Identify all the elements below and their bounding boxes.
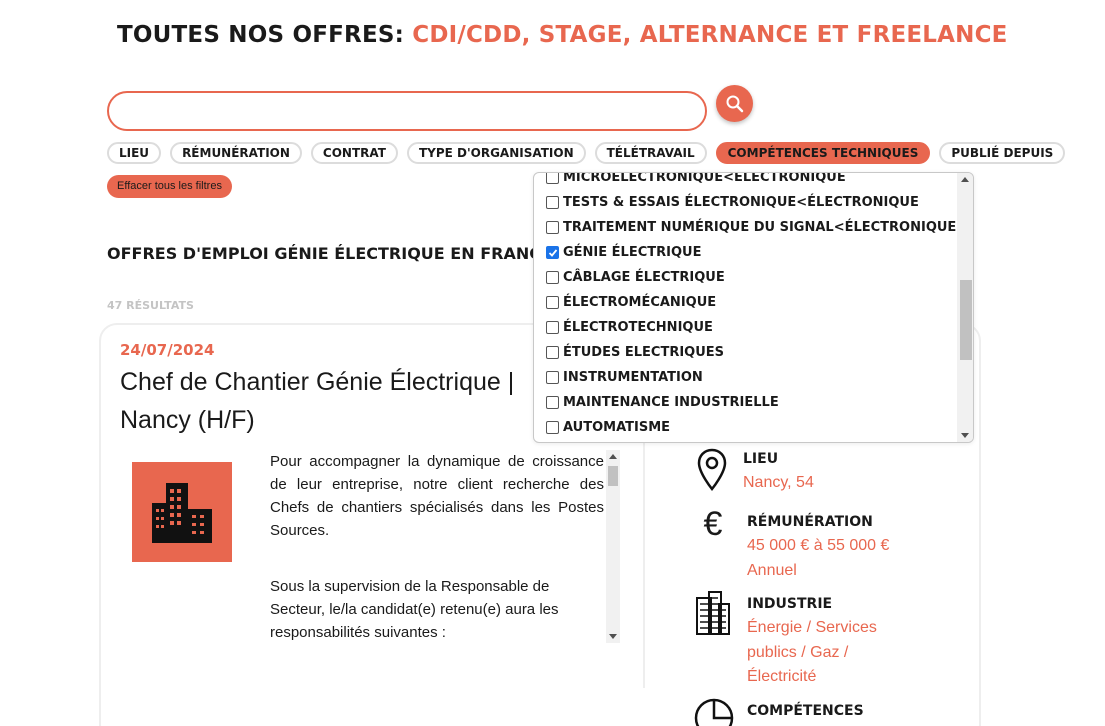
skill-option[interactable]: ÉLECTROTECHNIQUE (534, 315, 956, 340)
page-title: TOUTES NOS OFFRES: CDI/CDD, STAGE, ALTER… (117, 22, 1008, 48)
card-divider (643, 440, 645, 688)
scroll-down-arrow-icon[interactable] (961, 433, 969, 438)
filter-contrat[interactable]: CONTRAT (310, 142, 398, 164)
skill-option-label: ÉTUDES ELECTRIQUES (563, 345, 725, 360)
skills-label: COMPÉTENCES (747, 703, 864, 719)
location-value: Nancy, 54 (743, 474, 814, 491)
skill-option[interactable]: GÉNIE ÉLECTRIQUE (534, 240, 956, 265)
job-description-paragraph-2: Sous la supervision de la Responsable de… (270, 578, 559, 641)
skill-option[interactable]: ÉLECTROMÉCANIQUE (534, 290, 956, 315)
industry-value: Énergie / Services publics / Gaz / Élect… (747, 619, 877, 685)
industry-label: INDUSTRIE (747, 596, 833, 612)
search-input[interactable] (107, 91, 707, 131)
job-description[interactable]: Pour accompagner la dynamique de croissa… (270, 450, 620, 643)
salary-value: 45 000 € à 55 000 € Annuel (747, 537, 890, 579)
filter-teletravail[interactable]: TÉLÉTRAVAIL (594, 142, 707, 164)
description-scrollbar[interactable] (606, 450, 620, 643)
checkbox[interactable] (546, 346, 559, 359)
skill-option[interactable]: TRAITEMENT NUMÉRIQUE DU SIGNAL<ÉLECTRONI… (534, 215, 956, 240)
skill-option-label: CÂBLAGE ÉLECTRIQUE (563, 270, 725, 285)
skill-option[interactable]: INSTRUMENTATION (534, 365, 956, 390)
dropdown-scrollbar[interactable] (957, 173, 973, 442)
page-title-prefix: TOUTES NOS OFFRES: (117, 22, 405, 48)
skill-option-label: INSTRUMENTATION (563, 370, 703, 385)
scroll-down-arrow-icon[interactable] (609, 634, 617, 639)
skill-option[interactable]: TESTS & ESSAIS ÉLECTRONIQUE<ÉLECTRONIQUE (534, 190, 956, 215)
filter-bar: LIEU RÉMUNÉRATION CONTRAT TYPE D'ORGANIS… (107, 142, 1066, 164)
job-title[interactable]: Chef de Chantier Génie Électrique | Nanc… (120, 363, 550, 439)
search-button[interactable] (716, 85, 753, 122)
skill-option-label: AUTOMATISME (563, 420, 671, 435)
scrollbar-thumb[interactable] (608, 466, 618, 486)
building-icon (152, 483, 212, 543)
checkbox[interactable] (546, 396, 559, 409)
scroll-up-arrow-icon[interactable] (609, 454, 617, 459)
checkbox[interactable] (546, 221, 559, 234)
filter-remuneration[interactable]: RÉMUNÉRATION (170, 142, 302, 164)
skill-option[interactable]: CÂBLAGE ÉLECTRIQUE (534, 265, 956, 290)
page-title-accent: CDI/CDD, STAGE, ALTERNANCE ET FREELANCE (412, 22, 1008, 48)
skill-option-label: MICROÉLECTRONIQUE<ÉLECTRONIQUE (563, 172, 846, 185)
salary-label: RÉMUNÉRATION (747, 514, 873, 530)
map-pin-icon (694, 447, 730, 493)
skill-option[interactable]: AUTOMATISME (534, 415, 956, 440)
job-date: 24/07/2024 (120, 341, 215, 359)
skill-option-label: MAINTENANCE INDUSTRIELLE (563, 395, 779, 410)
euro-icon: € (703, 504, 723, 543)
skill-option-label: ÉLECTROMÉCANIQUE (563, 295, 717, 310)
skill-option[interactable]: ÉTUDES ELECTRIQUES (534, 340, 956, 365)
skill-option-label: TRAITEMENT NUMÉRIQUE DU SIGNAL<ÉLECTRONI… (563, 220, 957, 235)
skills-options-list: MICROÉLECTRONIQUE<ÉLECTRONIQUE TESTS & E… (534, 172, 956, 440)
scroll-up-arrow-icon[interactable] (961, 177, 969, 182)
skill-option-label: ÉLECTROTECHNIQUE (563, 320, 713, 335)
filter-lieu[interactable]: LIEU (107, 142, 162, 164)
pie-chart-icon (692, 696, 738, 726)
clear-filters-button[interactable]: Effacer tous les filtres (107, 175, 232, 198)
skill-option-label: GÉNIE ÉLECTRIQUE (563, 245, 702, 260)
section-title: OFFRES D'EMPLOI GÉNIE ÉLECTRIQUE EN FRAN… (107, 244, 537, 263)
checkbox[interactable] (546, 321, 559, 334)
filter-competences-techniques[interactable]: COMPÉTENCES TECHNIQUES (715, 142, 931, 164)
skill-option[interactable]: MAINTENANCE INDUSTRIELLE (534, 390, 956, 415)
industry-building-icon (695, 590, 731, 636)
scrollbar-thumb[interactable] (960, 280, 972, 360)
skills-dropdown[interactable]: MICROÉLECTRONIQUE<ÉLECTRONIQUE TESTS & E… (533, 172, 974, 443)
checkbox-checked-icon[interactable] (546, 246, 559, 259)
checkbox[interactable] (546, 421, 559, 434)
search-icon (726, 95, 743, 112)
skill-option-label: TESTS & ESSAIS ÉLECTRONIQUE<ÉLECTRONIQUE (563, 195, 919, 210)
location-label: LIEU (743, 451, 779, 467)
skill-option[interactable]: MICROÉLECTRONIQUE<ÉLECTRONIQUE (534, 172, 956, 190)
checkbox[interactable] (546, 296, 559, 309)
checkbox[interactable] (546, 196, 559, 209)
job-description-paragraph-1: Pour accompagner la dynamique de croissa… (270, 453, 604, 539)
checkbox[interactable] (546, 173, 559, 184)
filter-type-organisation[interactable]: TYPE D'ORGANISATION (406, 142, 586, 164)
filter-publie-depuis[interactable]: PUBLIÉ DEPUIS (939, 142, 1066, 164)
checkbox[interactable] (546, 271, 559, 284)
company-logo (132, 462, 232, 562)
checkbox[interactable] (546, 371, 559, 384)
results-count: 47 RÉSULTATS (107, 299, 194, 312)
